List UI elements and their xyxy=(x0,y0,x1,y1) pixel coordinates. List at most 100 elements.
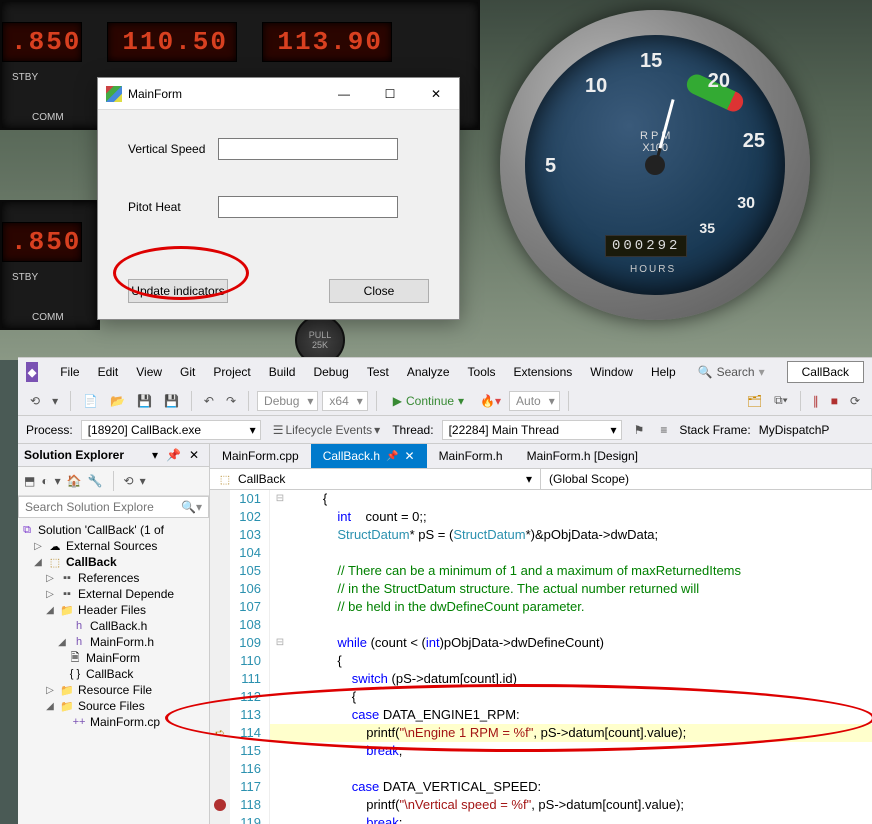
vertical-speed-field[interactable] xyxy=(218,138,398,160)
menu-git[interactable]: Git xyxy=(172,361,203,383)
solution-node[interactable]: ⧉Solution 'CallBack' (1 of xyxy=(20,522,207,538)
sync-icon[interactable]: ⟲ xyxy=(124,474,134,488)
home-icon[interactable]: 🏠 xyxy=(67,474,82,488)
mainform-cpp-node[interactable]: ++MainForm.cp xyxy=(20,714,207,730)
flag-icon[interactable]: ⚑ xyxy=(630,421,649,439)
callback-ns-node[interactable]: { }CallBack xyxy=(20,666,207,682)
solution-search-input[interactable] xyxy=(25,500,181,514)
nav-back-icon[interactable]: ⟲ xyxy=(26,392,44,410)
tab-mainform-cpp[interactable]: MainForm.cpp xyxy=(210,444,311,468)
references-node[interactable]: ▷▪▪References xyxy=(20,570,207,586)
config-dropdown[interactable]: Debug xyxy=(257,391,318,411)
redo-icon[interactable]: ↷ xyxy=(222,392,240,410)
switch-view-icon[interactable]: 🔧 xyxy=(88,474,103,488)
toolbox-icon[interactable]: 🗂 xyxy=(743,392,766,410)
home-icon[interactable]: ⬒ xyxy=(24,474,35,488)
code-line[interactable]: 102 int count = 0;; xyxy=(210,508,872,526)
menu-debug[interactable]: Debug xyxy=(305,361,356,383)
process-dropdown[interactable]: [18920] CallBack.exe xyxy=(81,420,261,440)
code-line[interactable]: 107 // be held in the dwDefineCount para… xyxy=(210,598,872,616)
tab-mainform-h[interactable]: MainForm.h xyxy=(427,444,515,468)
solution-button[interactable]: CallBack xyxy=(787,361,864,383)
search-button[interactable]: 🔍 Search ▾ xyxy=(686,363,777,381)
dropdown-icon[interactable]: ▾ xyxy=(152,448,158,462)
restart-icon[interactable]: ⟳ xyxy=(846,392,864,410)
code-line[interactable]: 101⊟ { xyxy=(210,490,872,508)
global-scope-dropdown[interactable]: (Global Scope) xyxy=(541,469,872,489)
thread-dropdown[interactable]: [22284] Main Thread xyxy=(442,420,622,440)
code-line[interactable]: 108 xyxy=(210,616,872,634)
code-line[interactable]: 112 { xyxy=(210,688,872,706)
close-dialog-button[interactable]: Close xyxy=(329,279,429,303)
code-line[interactable]: 103 StructDatum* pS = (StructDatum*)&pOb… xyxy=(210,526,872,544)
breakpoint-icon[interactable] xyxy=(214,799,226,811)
save-icon[interactable]: 💾 xyxy=(133,392,156,410)
menu-build[interactable]: Build xyxy=(261,361,304,383)
update-indicators-button[interactable]: Update indicators xyxy=(128,279,228,303)
project-scope-dropdown[interactable]: ⬚CallBack▾ xyxy=(210,469,541,489)
layout-icon[interactable]: ⧉▾ xyxy=(770,391,792,410)
hot-reload-icon[interactable]: 🔥▾ xyxy=(476,392,505,410)
code-editor[interactable]: 101⊟ {102 int count = 0;;103 StructDatum… xyxy=(210,490,872,824)
stop-icon[interactable]: ■ xyxy=(827,392,842,410)
code-line[interactable]: 119 break; xyxy=(210,814,872,824)
titlebar[interactable]: MainForm — ☐ ✕ xyxy=(98,78,459,110)
continue-button[interactable]: Continue ▾ xyxy=(385,392,472,410)
code-line[interactable]: ➪114 printf("\nEngine 1 RPM = %f", pS->d… xyxy=(210,724,872,742)
pin-icon[interactable]: 📌 xyxy=(386,451,398,462)
mainform-h-node[interactable]: ◢hMainForm.h xyxy=(20,634,207,650)
lifecycle-events-icon[interactable]: ☰ Lifecycle Events ▾ xyxy=(269,421,385,439)
pin-icon[interactable]: 📌 xyxy=(166,448,181,462)
menu-view[interactable]: View xyxy=(128,361,170,383)
menu-file[interactable]: File xyxy=(52,361,87,383)
menu-edit[interactable]: Edit xyxy=(90,361,127,383)
code-line[interactable]: 111 switch (pS->datum[count].id) xyxy=(210,670,872,688)
callback-h-node[interactable]: hCallBack.h xyxy=(20,618,207,634)
external-deps-node[interactable]: ▷▪▪External Depende xyxy=(20,586,207,602)
close-button[interactable]: ✕ xyxy=(413,79,459,109)
menu-analyze[interactable]: Analyze xyxy=(399,361,458,383)
menu-extensions[interactable]: Extensions xyxy=(506,361,581,383)
project-node[interactable]: ◢⬚CallBack xyxy=(20,554,207,570)
code-line[interactable]: 105 // There can be a minimum of 1 and a… xyxy=(210,562,872,580)
menu-project[interactable]: Project xyxy=(205,361,258,383)
code-line[interactable]: 116 xyxy=(210,760,872,778)
menu-help[interactable]: Help xyxy=(643,361,684,383)
code-line[interactable]: 106 // in the StructDatum structure. The… xyxy=(210,580,872,598)
new-item-icon[interactable]: 📄 xyxy=(79,392,102,410)
code-line[interactable]: 117 case DATA_VERTICAL_SPEED: xyxy=(210,778,872,796)
tab-mainform-h--design-[interactable]: MainForm.h [Design] xyxy=(515,444,650,468)
tab-callback-h[interactable]: CallBack.h📌✕ xyxy=(311,444,427,468)
code-line[interactable]: 104 xyxy=(210,544,872,562)
code-line[interactable]: 118 printf("\nVertical speed = %f", pS->… xyxy=(210,796,872,814)
code-line[interactable]: 115 break; xyxy=(210,742,872,760)
pitot-heat-field[interactable] xyxy=(218,196,398,218)
pause-icon[interactable]: ∥ xyxy=(809,392,823,410)
code-line[interactable]: 113 case DATA_ENGINE1_RPM: xyxy=(210,706,872,724)
line-number: 112 xyxy=(230,688,270,706)
close-tab-icon[interactable]: ✕ xyxy=(405,449,415,463)
menu-window[interactable]: Window xyxy=(582,361,641,383)
line-number: 109 xyxy=(230,634,270,652)
save-all-icon[interactable]: 💾 xyxy=(160,392,183,410)
resource-files-node[interactable]: ▷📁Resource File xyxy=(20,682,207,698)
menu-test[interactable]: Test xyxy=(359,361,397,383)
source-files-node[interactable]: ◢📁Source Files xyxy=(20,698,207,714)
mainform-ns-node[interactable]: 🗎MainForm xyxy=(20,650,207,666)
nav-fwd-icon[interactable]: ▾ xyxy=(48,392,62,410)
header-files-node[interactable]: ◢📁Header Files xyxy=(20,602,207,618)
minimize-button[interactable]: — xyxy=(321,79,367,109)
back-icon[interactable]: ◐ xyxy=(41,474,48,488)
maximize-button[interactable]: ☐ xyxy=(367,79,413,109)
code-line[interactable]: 109⊟ while (count < (int)pObjData->dwDef… xyxy=(210,634,872,652)
solution-search[interactable]: 🔍▾ xyxy=(18,496,209,518)
menu-tools[interactable]: Tools xyxy=(460,361,504,383)
external-sources-node[interactable]: ▷☁External Sources xyxy=(20,538,207,554)
open-icon[interactable]: 📂 xyxy=(106,392,129,410)
close-panel-icon[interactable]: ✕ xyxy=(189,448,199,462)
threads-icon[interactable]: ≡ xyxy=(656,421,671,439)
undo-icon[interactable]: ↶ xyxy=(200,392,218,410)
code-line[interactable]: 110 { xyxy=(210,652,872,670)
auto-dropdown[interactable]: Auto xyxy=(509,391,560,411)
platform-dropdown[interactable]: x64 xyxy=(322,391,367,411)
